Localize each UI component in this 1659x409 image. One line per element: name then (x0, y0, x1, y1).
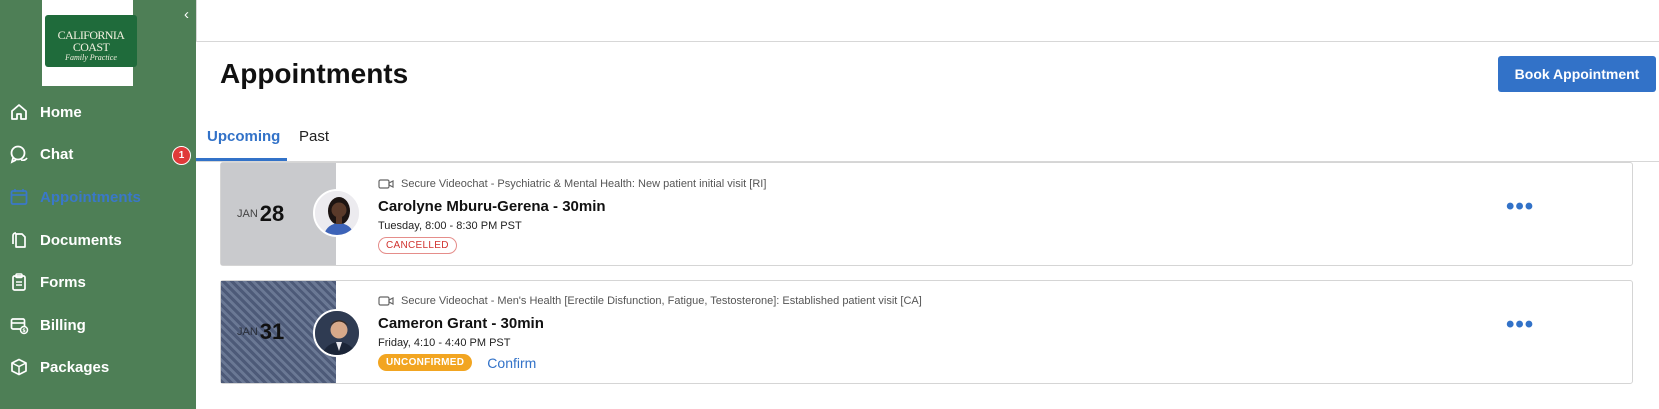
svg-text:$: $ (22, 328, 26, 334)
sidebar-item-home[interactable]: Home (8, 96, 188, 128)
top-bar (196, 0, 1659, 42)
package-icon (8, 356, 30, 378)
page-title: Appointments (220, 58, 409, 89)
appointment-card: JAN 28 Secure Videochat - Psychiatric & … (220, 162, 1633, 266)
date-day: 31 (259, 319, 285, 344)
documents-icon (8, 229, 30, 251)
provider-name: Cameron Grant - 30min (378, 315, 544, 332)
visit-type: Secure Videochat - Psychiatric & Mental … (401, 178, 767, 190)
provider-avatar (313, 189, 361, 237)
chat-unread-badge: 1 (172, 146, 191, 165)
status-row: CANCELLED (378, 237, 766, 254)
sidebar-item-documents[interactable]: Documents (8, 224, 188, 256)
appointment-time: Friday, 4:10 - 4:40 PM PST (378, 337, 511, 349)
sidebar-item-appointments[interactable]: Appointments (8, 181, 188, 213)
provider-name: Carolyne Mburu-Gerena - 30min (378, 198, 606, 215)
status-row: UNCONFIRMED Confirm (378, 354, 922, 371)
book-appointment-button[interactable]: Book Appointment (1498, 56, 1656, 92)
sidebar-item-billing[interactable]: $ Billing (8, 309, 188, 341)
logo-line1: CALIFORNIA COAST (57, 28, 125, 54)
home-icon (8, 101, 30, 123)
logo-line2: Family Practice (65, 53, 117, 62)
chat-icon (8, 143, 30, 165)
sidebar-item-label: Packages (40, 358, 110, 376)
sidebar-item-label: Billing (40, 316, 86, 334)
appointment-card: JAN 31 Secure Videochat - Men's Health [… (220, 280, 1633, 384)
visit-type-row: Secure Videochat - Men's Health [Erectil… (378, 293, 922, 309)
visit-type-row: Secure Videochat - Psychiatric & Mental … (378, 176, 766, 192)
logo-badge: CALIFORNIA COAST Family Practice (45, 15, 137, 67)
video-camera-icon (378, 178, 394, 190)
status-badge: CANCELLED (378, 237, 457, 254)
collapse-sidebar-button[interactable]: ‹ (184, 6, 196, 24)
more-options-button[interactable]: ••• (1506, 195, 1533, 219)
calendar-icon (8, 186, 30, 208)
date-month: JAN (237, 208, 258, 220)
tab-upcoming[interactable]: Upcoming (207, 128, 280, 145)
sidebar: CALIFORNIA COAST Family Practice ‹ Home … (0, 0, 196, 409)
appointment-time: Tuesday, 8:00 - 8:30 PM PST (378, 220, 522, 232)
sidebar-item-label: Chat (40, 145, 74, 163)
confirm-link[interactable]: Confirm (487, 355, 536, 371)
visit-type: Secure Videochat - Men's Health [Erectil… (401, 295, 922, 307)
status-badge: UNCONFIRMED (378, 354, 473, 371)
billing-icon: $ (8, 314, 30, 336)
sidebar-item-chat[interactable]: Chat (8, 138, 188, 170)
sidebar-item-forms[interactable]: Forms (8, 266, 188, 298)
clipboard-icon (8, 271, 30, 293)
sidebar-item-label: Documents (40, 231, 122, 249)
sidebar-item-label: Appointments (40, 188, 141, 206)
sidebar-item-label: Forms (40, 273, 86, 291)
video-camera-icon (378, 295, 394, 307)
provider-avatar (313, 309, 361, 357)
chevron-left-icon: ‹ (184, 6, 189, 23)
appointment-details: Secure Videochat - Psychiatric & Mental … (378, 176, 766, 254)
app-root: CALIFORNIA COAST Family Practice ‹ Home … (0, 0, 1659, 409)
sidebar-item-packages[interactable]: Packages (8, 351, 188, 383)
date-month: JAN (237, 326, 258, 338)
logo: CALIFORNIA COAST Family Practice (42, 0, 137, 86)
appointment-details: Secure Videochat - Men's Health [Erectil… (378, 293, 922, 371)
more-options-button[interactable]: ••• (1506, 313, 1533, 337)
sidebar-item-label: Home (40, 103, 82, 121)
tab-past[interactable]: Past (299, 128, 329, 145)
date-day: 28 (259, 201, 285, 226)
